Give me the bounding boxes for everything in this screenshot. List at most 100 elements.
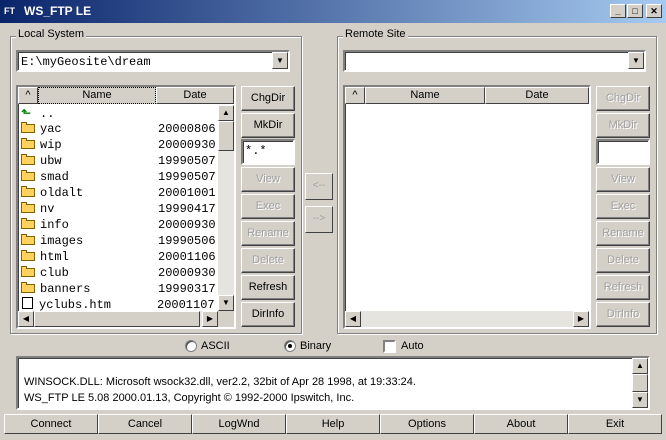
upload-arrow-button[interactable]: --> [305,206,333,233]
list-item[interactable]: wip 20000930 [18,137,218,153]
remote-chgdir-button[interactable]: ChgDir [596,86,650,111]
close-button[interactable]: ✕ [646,4,662,18]
local-mkdir-button[interactable]: MkDir [241,113,295,138]
help-button[interactable]: Help [286,414,380,434]
remote-filter-input[interactable] [596,139,650,165]
log-pane[interactable]: WINSOCK.DLL: Microsoft wsock32.dll, ver2… [16,356,650,410]
scroll-thumb[interactable] [34,311,200,327]
local-path-value: E:\myGeosite\dream [21,55,151,69]
list-item[interactable]: oldalt 20001001 [18,185,218,201]
file-icon [22,297,33,309]
remote-site-label: Remote Site [343,28,408,41]
remote-path-combo[interactable]: ▼ [343,50,646,72]
remote-mkdir-button[interactable]: MkDir [596,113,650,138]
ascii-label: ASCII [201,340,230,352]
binary-radio[interactable] [284,340,296,352]
local-system-label: Local System [16,28,87,41]
list-item[interactable]: html 20001106 [18,249,218,265]
log-vscrollbar[interactable]: ▲ ▼ [632,358,648,408]
cancel-button[interactable]: Cancel [98,414,192,434]
maximize-button[interactable]: □ [627,4,643,18]
log-line: WS_FTP LE 5.08 2000.01.13, Copyright © 1… [24,392,355,404]
local-hscrollbar[interactable]: ◀ ▶ [18,311,218,327]
remote-refresh-button[interactable]: Refresh [596,275,650,300]
local-chgdir-button[interactable]: ChgDir [241,86,295,111]
ascii-radio[interactable] [185,340,197,352]
local-delete-button[interactable]: Delete [241,248,295,273]
remote-rename-button[interactable]: Rename [596,221,650,246]
folder-icon [21,250,36,261]
scroll-up-icon[interactable]: ▲ [632,358,648,374]
minimize-button[interactable]: _ [610,4,626,18]
auto-label: Auto [401,340,424,352]
list-item[interactable]: smad 19990507 [18,169,218,185]
remote-dirinfo-button[interactable]: DirInfo [596,302,650,327]
local-sort-header[interactable]: ^ [18,87,38,104]
folder-icon [21,170,36,181]
auto-checkbox[interactable] [383,340,396,353]
exit-button[interactable]: Exit [568,414,662,434]
local-rows: ⬑.. yac 20000806 wip 20000930 ubw 19990507 … [18,105,218,311]
local-refresh-button[interactable]: Refresh [241,275,295,300]
scroll-down-icon[interactable]: ▼ [218,295,234,311]
local-filter-input[interactable]: *.* [241,139,295,165]
binary-label: Binary [300,340,332,352]
folder-icon [21,122,36,133]
folder-icon [21,218,36,229]
chevron-down-icon[interactable]: ▼ [272,52,288,69]
local-file-list[interactable]: ^ Name Date ⬑.. yac 20000806 wip 20000930 … [16,85,236,329]
remote-hscrollbar[interactable]: ◀ ▶ [345,311,589,327]
scroll-left-icon[interactable]: ◀ [18,311,34,327]
scroll-corner [218,311,234,327]
options-button[interactable]: Options [380,414,474,434]
local-view-button[interactable]: View [241,167,295,192]
scroll-thumb[interactable] [218,121,234,151]
remote-view-button[interactable]: View [596,167,650,192]
log-line: WINSOCK.DLL: Microsoft wsock32.dll, ver2… [24,376,416,388]
scroll-up-icon[interactable]: ▲ [218,105,234,121]
remote-date-header[interactable]: Date [485,87,589,104]
list-item[interactable]: images 19990506 [18,233,218,249]
local-date-header[interactable]: Date [156,87,234,104]
list-item[interactable]: yclubs.htm 20001107 [18,297,218,311]
folder-icon [21,266,36,277]
list-item[interactable]: ⬑.. [18,105,218,121]
about-button[interactable]: About [474,414,568,434]
scroll-thumb[interactable] [632,374,648,392]
remote-delete-button[interactable]: Delete [596,248,650,273]
scroll-left-icon[interactable]: ◀ [345,311,361,327]
folder-icon [21,202,36,213]
folder-icon [21,138,36,149]
local-name-header[interactable]: Name [38,87,156,104]
list-item[interactable]: nv 19990417 [18,201,218,217]
list-item[interactable]: banners 19990317 [18,281,218,297]
folder-icon [21,282,36,293]
scroll-right-icon[interactable]: ▶ [202,311,218,327]
folder-icon [21,234,36,245]
app-icon: FT [4,6,15,16]
local-dirinfo-button[interactable]: DirInfo [241,302,295,327]
up-arrow-icon: ⬑ [21,106,32,120]
remote-sort-header[interactable]: ^ [345,87,365,104]
list-item[interactable]: info 20000930 [18,217,218,233]
download-arrow-button[interactable]: <-- [305,173,333,200]
list-item[interactable]: yac 20000806 [18,121,218,137]
list-item[interactable]: club 20000930 [18,265,218,281]
local-path-combo[interactable]: E:\myGeosite\dream ▼ [16,50,290,72]
list-item[interactable]: ubw 19990507 [18,153,218,169]
window-title: WS_FTP LE [24,4,92,18]
local-vscrollbar[interactable]: ▲ ▼ [218,105,234,311]
folder-icon [21,186,36,197]
remote-name-header[interactable]: Name [365,87,485,104]
title-bar[interactable] [0,0,666,23]
scroll-right-icon[interactable]: ▶ [573,311,589,327]
folder-icon [21,154,36,165]
connect-button[interactable]: Connect [4,414,98,434]
remote-file-list[interactable]: ^ Name Date ◀ ▶ [343,85,591,329]
chevron-down-icon[interactable]: ▼ [628,52,644,69]
local-rename-button[interactable]: Rename [241,221,295,246]
scroll-down-icon[interactable]: ▼ [632,392,648,408]
local-exec-button[interactable]: Exec [241,194,295,219]
logwnd-button[interactable]: LogWnd [192,414,286,434]
remote-exec-button[interactable]: Exec [596,194,650,219]
